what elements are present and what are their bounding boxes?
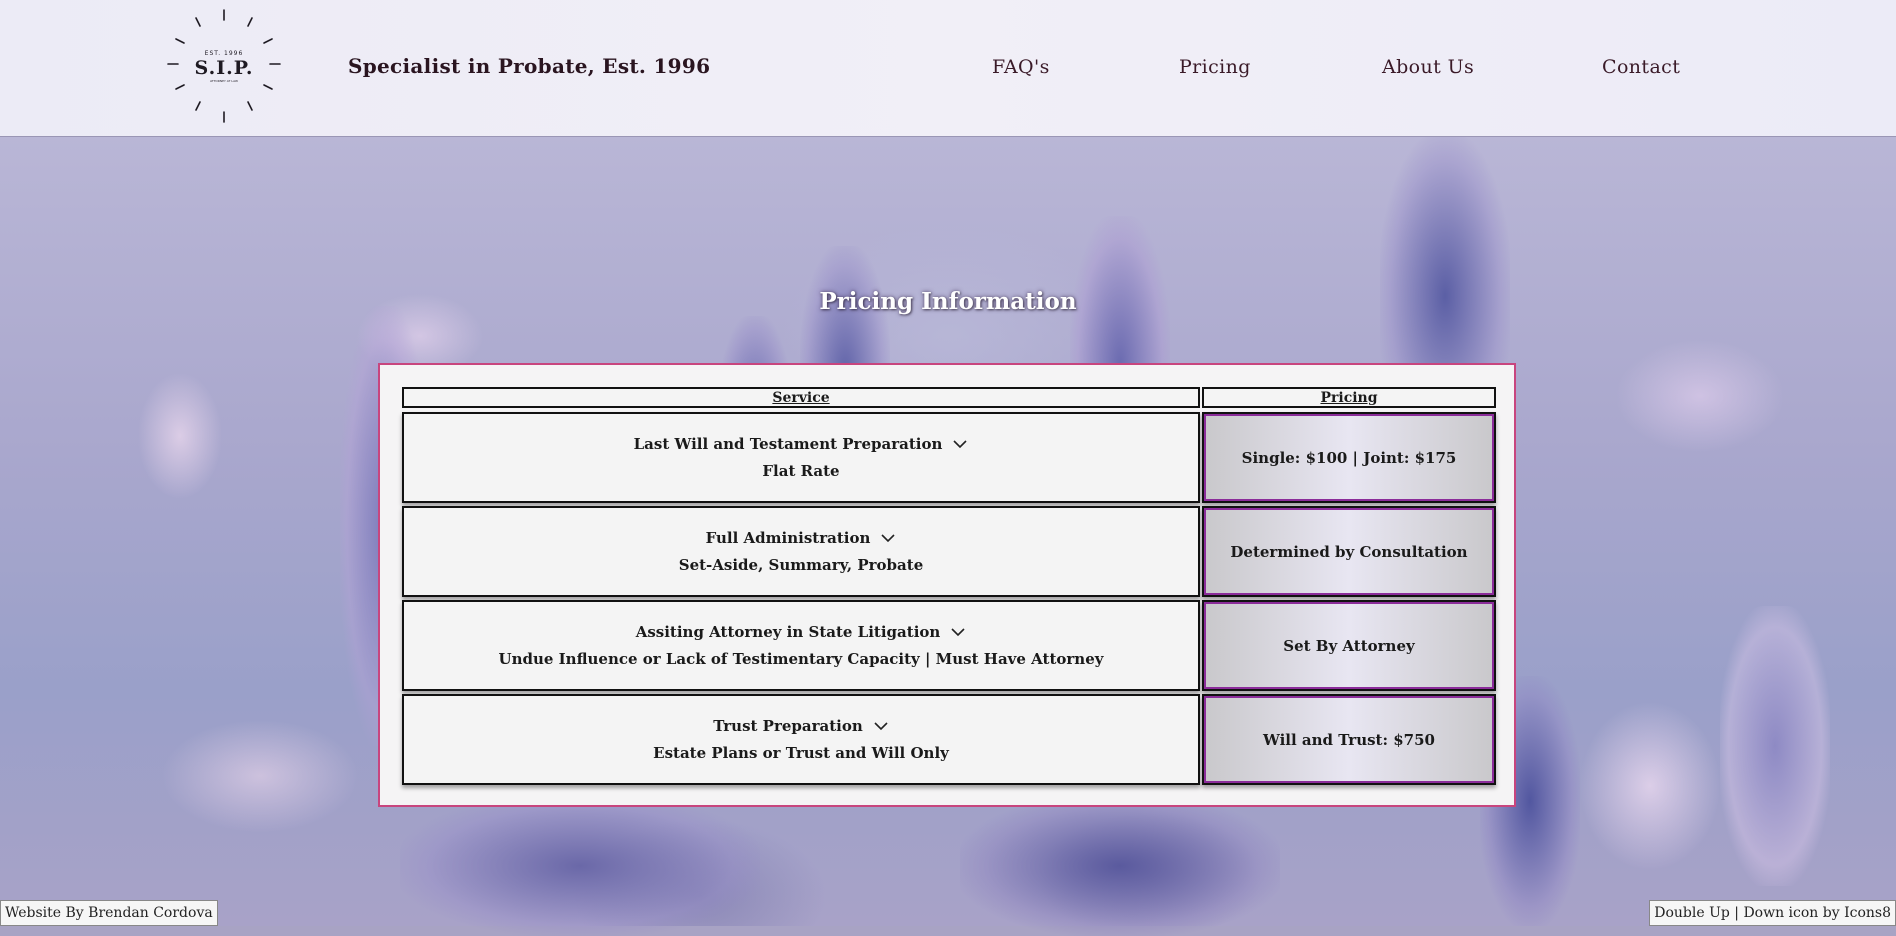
header-service: Service (402, 387, 1200, 408)
chevron-down-icon[interactable] (880, 533, 896, 543)
nav-contact[interactable]: Contact (1602, 56, 1680, 78)
logo-sub: ATTORNEY AT LAW (209, 78, 238, 83)
price-cell: Single: $100 | Joint: $175 (1202, 412, 1496, 503)
service-title: Trust Preparation (713, 717, 863, 735)
footer-credit[interactable]: Website By Brendan Cordova (0, 900, 218, 926)
service-detail: Estate Plans or Trust and Will Only (653, 744, 949, 762)
pricing-panel: Service Pricing Last Will and Testament … (378, 363, 1516, 807)
header-pricing: Pricing (1202, 387, 1496, 408)
page-title: Pricing Information (819, 288, 1077, 315)
service-title: Assiting Attorney in State Litigation (635, 623, 941, 641)
service-row-litigation[interactable]: Assiting Attorney in State Litigation Un… (402, 600, 1200, 691)
price-cell: Determined by Consultation (1202, 506, 1496, 597)
icon-credit[interactable]: Double Up | Down icon by Icons8 (1649, 900, 1896, 926)
logo-est: EST. 1996 (204, 49, 244, 57)
site-header: EST. 1996 S.I.P. ATTORNEY AT LAW Special… (0, 0, 1896, 137)
service-detail: Undue Influence or Lack of Testimentary … (498, 650, 1104, 668)
nav-pricing[interactable]: Pricing (1179, 56, 1251, 78)
service-title: Full Administration (705, 529, 871, 547)
nav-faqs[interactable]: FAQ's (992, 56, 1050, 78)
chevron-down-icon[interactable] (952, 439, 968, 449)
service-detail: Set-Aside, Summary, Probate (678, 556, 924, 574)
chevron-down-icon[interactable] (873, 721, 889, 731)
logo[interactable]: EST. 1996 S.I.P. ATTORNEY AT LAW (164, 6, 284, 126)
price-cell: Set By Attorney (1202, 600, 1496, 691)
service-detail: Flat Rate (762, 462, 840, 480)
service-title: Last Will and Testament Preparation (633, 435, 943, 453)
service-row-trust[interactable]: Trust Preparation Estate Plans or Trust … (402, 694, 1200, 785)
service-row-administration[interactable]: Full Administration Set-Aside, Summary, … (402, 506, 1200, 597)
nav-about-us[interactable]: About Us (1382, 56, 1474, 78)
service-row-will[interactable]: Last Will and Testament Preparation Flat… (402, 412, 1200, 503)
site-tagline: Specialist in Probate, Est. 1996 (348, 54, 711, 78)
logo-monogram: S.I.P. (194, 56, 254, 79)
chevron-down-icon[interactable] (950, 627, 966, 637)
price-cell: Will and Trust: $750 (1202, 694, 1496, 785)
